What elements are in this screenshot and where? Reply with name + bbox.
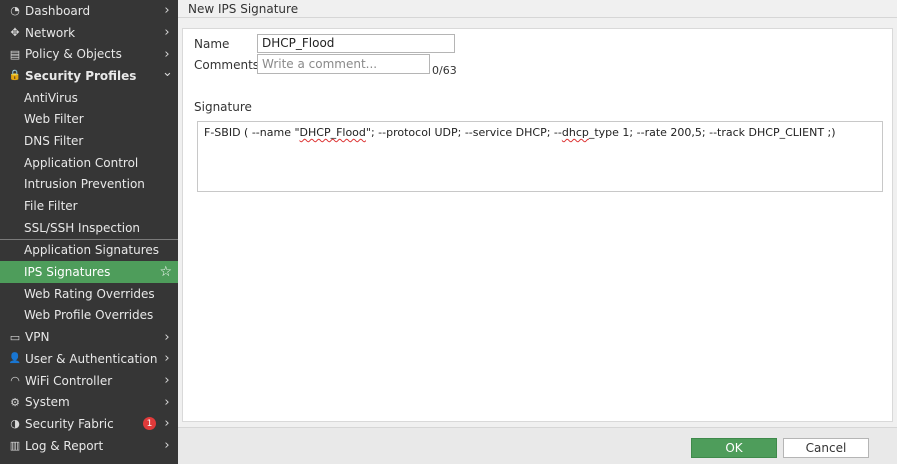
nav-label: Security Fabric — [25, 416, 114, 431]
signature-text: _type 1; --rate 200,5; --track DHCP_CLIE… — [588, 126, 836, 139]
comments-placeholder: Write a comment... — [262, 57, 378, 71]
form-panel: Name DHCP_Flood Comments Write a comment… — [182, 28, 893, 422]
sidebar-item-intrusion-prevention[interactable]: Intrusion Prevention — [0, 174, 178, 196]
nav-security-fabric[interactable]: ◑ Security Fabric 1 › — [0, 413, 178, 435]
sidebar-item-ssl-ssh-inspection[interactable]: SSL/SSH Inspection — [0, 217, 178, 239]
fabric-icon: ◑ — [10, 417, 20, 431]
sidebar-item-label: DNS Filter — [24, 133, 84, 148]
sidebar-item-file-filter[interactable]: File Filter — [0, 195, 178, 217]
sidebar-item-web-filter[interactable]: Web Filter — [0, 108, 178, 130]
comments-textarea[interactable]: Write a comment... — [257, 54, 430, 74]
policy-icon: ▤ — [9, 47, 21, 61]
chevron-right-icon: › — [164, 416, 170, 432]
nav-dashboard[interactable]: ◔ Dashboard › — [0, 0, 178, 22]
nav-label: System — [25, 395, 70, 410]
nav-label: VPN — [25, 330, 50, 345]
wifi-icon: ◠ — [10, 374, 20, 388]
nav-wifi-controller[interactable]: ◠ WiFi Controller › — [0, 370, 178, 392]
sidebar-item-dns-filter[interactable]: DNS Filter — [0, 130, 178, 152]
sidebar-item-web-rating-overrides[interactable]: Web Rating Overrides — [0, 283, 178, 305]
sidebar-item-label: File Filter — [24, 199, 78, 214]
sidebar-item-label: Intrusion Prevention — [24, 177, 145, 192]
signature-text-misspelled: DHCP_Flood — [299, 126, 366, 139]
chevron-right-icon: › — [164, 46, 170, 62]
signature-textarea[interactable]: F-SBID ( --name "DHCP_Flood"; --protocol… — [197, 121, 883, 192]
dashboard-icon: ◔ — [10, 4, 20, 18]
sidebar-item-label: Web Filter — [24, 112, 84, 127]
name-label: Name — [194, 37, 230, 51]
page-title: New IPS Signature — [178, 0, 897, 18]
signature-text: "; --protocol UDP; --service DHCP; -- — [365, 126, 562, 139]
name-input[interactable]: DHCP_Flood — [257, 34, 455, 53]
sidebar: ◔ Dashboard › ✥ Network › ▤ Policy & Obj… — [0, 0, 178, 464]
comments-label: Comments — [194, 58, 260, 72]
chevron-right-icon: › — [164, 3, 170, 19]
nav-label: WiFi Controller — [25, 373, 113, 388]
sidebar-item-label: AntiVirus — [24, 90, 78, 105]
notification-badge: 1 — [143, 417, 156, 431]
sidebar-item-label: SSL/SSH Inspection — [24, 220, 141, 235]
ok-button[interactable]: OK — [691, 438, 777, 458]
sidebar-item-label: IPS Signatures — [24, 265, 111, 280]
chevron-right-icon: › — [164, 373, 170, 389]
sidebar-item-antivirus[interactable]: AntiVirus — [0, 87, 178, 109]
nav-log-report[interactable]: ▥ Log & Report › — [0, 435, 178, 457]
laptop-icon: ▭ — [9, 330, 21, 344]
sidebar-item-application-signatures[interactable]: Application Signatures — [0, 240, 178, 262]
nav-user-authentication[interactable]: 👤 User & Authentication › — [0, 348, 178, 370]
nav-system[interactable]: ⚙ System › — [0, 391, 178, 413]
lock-icon: 🔒 — [8, 70, 22, 82]
chart-icon: ▥ — [9, 439, 21, 453]
chevron-right-icon: › — [164, 394, 170, 410]
nav-label: Network — [25, 25, 76, 40]
cancel-button[interactable]: Cancel — [783, 438, 869, 458]
nav-label: User & Authentication — [25, 351, 158, 366]
nav-security-profiles[interactable]: 🔒 Security Profiles ⌄ — [0, 65, 178, 87]
gear-icon: ⚙ — [10, 395, 20, 409]
sidebar-item-label: Web Rating Overrides — [24, 286, 155, 301]
chevron-right-icon: › — [164, 438, 170, 454]
chevron-right-icon: › — [164, 351, 170, 367]
nav-policy-objects[interactable]: ▤ Policy & Objects › — [0, 43, 178, 65]
chevron-down-icon: ⌄ — [162, 65, 173, 81]
signature-text: F-SBID ( --name " — [204, 126, 300, 139]
sidebar-item-web-profile-overrides[interactable]: Web Profile Overrides — [0, 305, 178, 327]
nav-vpn[interactable]: ▭ VPN › — [0, 326, 178, 348]
dialog-footer: OK Cancel — [178, 427, 897, 464]
signature-label: Signature — [194, 100, 252, 114]
main-content: New IPS Signature Name DHCP_Flood Commen… — [178, 0, 897, 464]
star-icon[interactable]: ☆ — [159, 264, 172, 280]
sidebar-item-label: Web Profile Overrides — [24, 308, 154, 323]
nav-label: Policy & Objects — [25, 47, 122, 62]
sidebar-item-label: Application Signatures — [24, 243, 160, 258]
chevron-right-icon: › — [164, 25, 170, 41]
network-icon: ✥ — [10, 26, 20, 40]
chevron-right-icon: › — [164, 329, 170, 345]
nav-label: Log & Report — [25, 438, 104, 453]
sidebar-item-ips-signatures[interactable]: IPS Signatures ☆ — [0, 261, 178, 283]
nav-label: Dashboard — [25, 3, 91, 18]
signature-text-misspelled: dhcp — [561, 126, 589, 139]
sidebar-item-application-control[interactable]: Application Control — [0, 152, 178, 174]
comments-counter: 0/63 — [432, 64, 457, 77]
sidebar-item-label: Application Control — [24, 155, 139, 170]
nav-label: Security Profiles — [25, 68, 137, 83]
user-icon: 👤 — [8, 353, 22, 365]
nav-network[interactable]: ✥ Network › — [0, 22, 178, 44]
